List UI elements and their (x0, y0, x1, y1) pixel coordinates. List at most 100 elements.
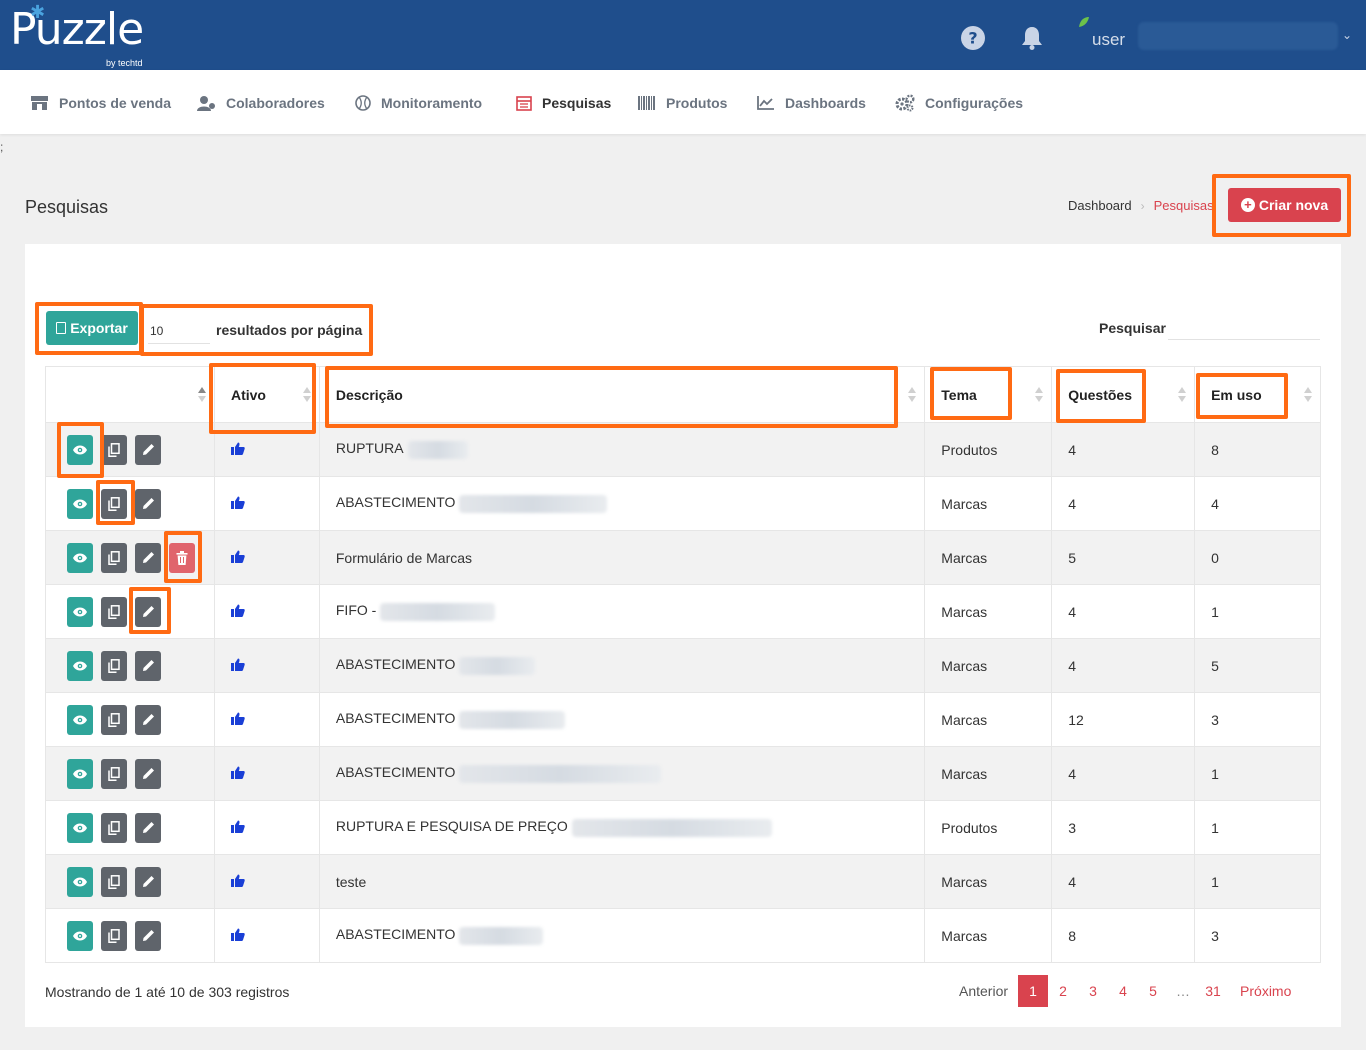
edit-button[interactable] (135, 920, 161, 951)
export-button[interactable]: Exportar (46, 311, 138, 345)
pencil-icon (142, 767, 155, 780)
copy-button[interactable] (101, 920, 127, 951)
nav-item-pontos-de-venda[interactable]: Pontos de venda (30, 93, 171, 113)
view-button[interactable] (67, 650, 93, 681)
column-header-tema[interactable]: Tema (924, 366, 1053, 423)
edit-button[interactable] (135, 758, 161, 789)
row-actions (45, 638, 215, 693)
column-header-actions[interactable] (45, 366, 215, 423)
row-actions (45, 530, 215, 585)
copy-button[interactable] (101, 650, 127, 681)
view-button[interactable] (67, 758, 93, 789)
nav-item-colaboradores[interactable]: Colaboradores (197, 93, 325, 113)
top-header: ✱ Puzzle by techtd ? user ⌄ (0, 0, 1366, 70)
copy-icon (108, 766, 120, 781)
chevron-down-icon[interactable]: ⌄ (1342, 28, 1352, 42)
descricao-text: Formulário de Marcas (335, 549, 473, 566)
user-redacted (1138, 22, 1338, 50)
sort-icon (1304, 387, 1312, 403)
column-label: Questões (1068, 386, 1132, 403)
pagination-page[interactable]: 4 (1108, 975, 1138, 1007)
table-row: RUPTURA E PESQUISA DE PREÇO Produtos 3 1 (45, 800, 1321, 855)
eye-icon (73, 661, 87, 671)
view-button[interactable] (67, 488, 93, 519)
help-icon[interactable]: ? (960, 25, 986, 51)
breadcrumb-dashboard[interactable]: Dashboard (1068, 198, 1132, 213)
user-menu[interactable]: user ⌄ (1078, 16, 1358, 56)
cell-ativo (213, 908, 320, 963)
column-header-ativo[interactable]: Ativo (213, 366, 320, 423)
pagination-info: Mostrando de 1 até 10 de 303 registros (45, 984, 290, 1000)
edit-button[interactable] (135, 542, 161, 573)
copy-icon (108, 928, 120, 943)
view-button[interactable] (67, 704, 93, 735)
edit-button[interactable] (135, 650, 161, 681)
cell-tema: Marcas (924, 854, 1053, 909)
edit-button[interactable] (135, 866, 161, 897)
edit-button[interactable] (135, 704, 161, 735)
cell-questoes: 4 (1051, 746, 1196, 801)
app-logo[interactable]: ✱ Puzzle by techtd (10, 2, 144, 68)
users-icon (197, 96, 215, 111)
pagination-page[interactable]: 31 (1198, 975, 1228, 1007)
nav-label: Pesquisas (542, 95, 612, 111)
barcode-icon (638, 96, 655, 110)
copy-icon (108, 442, 120, 457)
cell-questoes: 8 (1051, 908, 1196, 963)
pagination-page[interactable]: 3 (1078, 975, 1108, 1007)
view-button[interactable] (67, 812, 93, 843)
nav-item-pesquisas[interactable]: Pesquisas (516, 93, 611, 113)
create-new-button[interactable]: + Criar nova (1228, 188, 1341, 222)
pagination-page[interactable]: 1 (1018, 975, 1049, 1007)
pagination-page[interactable]: 2 (1048, 975, 1078, 1007)
search-input[interactable] (1168, 316, 1320, 340)
cell-em-uso: 5 (1194, 638, 1321, 693)
copy-button[interactable] (101, 596, 127, 627)
per-page-input[interactable] (148, 318, 210, 344)
cell-em-uso: 3 (1194, 692, 1321, 747)
stray-character: ; (0, 140, 4, 154)
copy-button[interactable] (101, 866, 127, 897)
descricao-text: FIFO - (335, 602, 377, 619)
cell-descricao: ABASTECIMENTO (318, 746, 926, 801)
thumbs-up-icon (230, 604, 245, 617)
nav-item-monitoramento[interactable]: Monitoramento (355, 93, 482, 113)
view-button[interactable] (67, 596, 93, 627)
pagination-page[interactable]: 5 (1138, 975, 1168, 1007)
copy-button[interactable] (101, 434, 127, 465)
view-button[interactable] (67, 920, 93, 951)
copy-button[interactable] (101, 488, 127, 519)
delete-button[interactable] (169, 542, 195, 573)
column-header-descricao[interactable]: Descrição (318, 366, 926, 423)
copy-button[interactable] (101, 704, 127, 735)
nav-item-produtos[interactable]: Produtos (638, 93, 727, 113)
copy-button[interactable] (101, 758, 127, 789)
cell-tema: Produtos (924, 422, 1053, 477)
nav-item-dashboards[interactable]: Dashboards (757, 93, 866, 113)
view-button[interactable] (67, 542, 93, 573)
view-button[interactable] (67, 434, 93, 465)
column-header-questoes[interactable]: Questões (1051, 366, 1196, 423)
bell-icon[interactable] (1020, 25, 1046, 51)
nav-item-configuracoes[interactable]: Configurações (895, 93, 1023, 113)
copy-button[interactable] (101, 542, 127, 573)
edit-button[interactable] (135, 488, 161, 519)
pagination-previous[interactable]: Anterior (950, 975, 1018, 1007)
pagination-next[interactable]: Próximo (1228, 975, 1291, 1007)
nav-label: Colaboradores (226, 95, 325, 111)
copy-button[interactable] (101, 812, 127, 843)
cell-descricao: teste (318, 854, 926, 909)
view-button[interactable] (67, 866, 93, 897)
pencil-icon (142, 443, 155, 456)
row-actions (45, 854, 215, 909)
descricao-text: ABASTECIMENTO (335, 494, 456, 511)
pencil-icon (142, 929, 155, 942)
cell-ativo (213, 638, 320, 693)
cell-em-uso: 3 (1194, 908, 1321, 963)
edit-button[interactable] (135, 812, 161, 843)
descricao-text: ABASTECIMENTO (335, 710, 456, 727)
edit-button[interactable] (135, 434, 161, 465)
column-header-em-uso[interactable]: Em uso (1194, 366, 1321, 423)
thumbs-up-icon (230, 658, 245, 671)
edit-button[interactable] (135, 596, 161, 627)
